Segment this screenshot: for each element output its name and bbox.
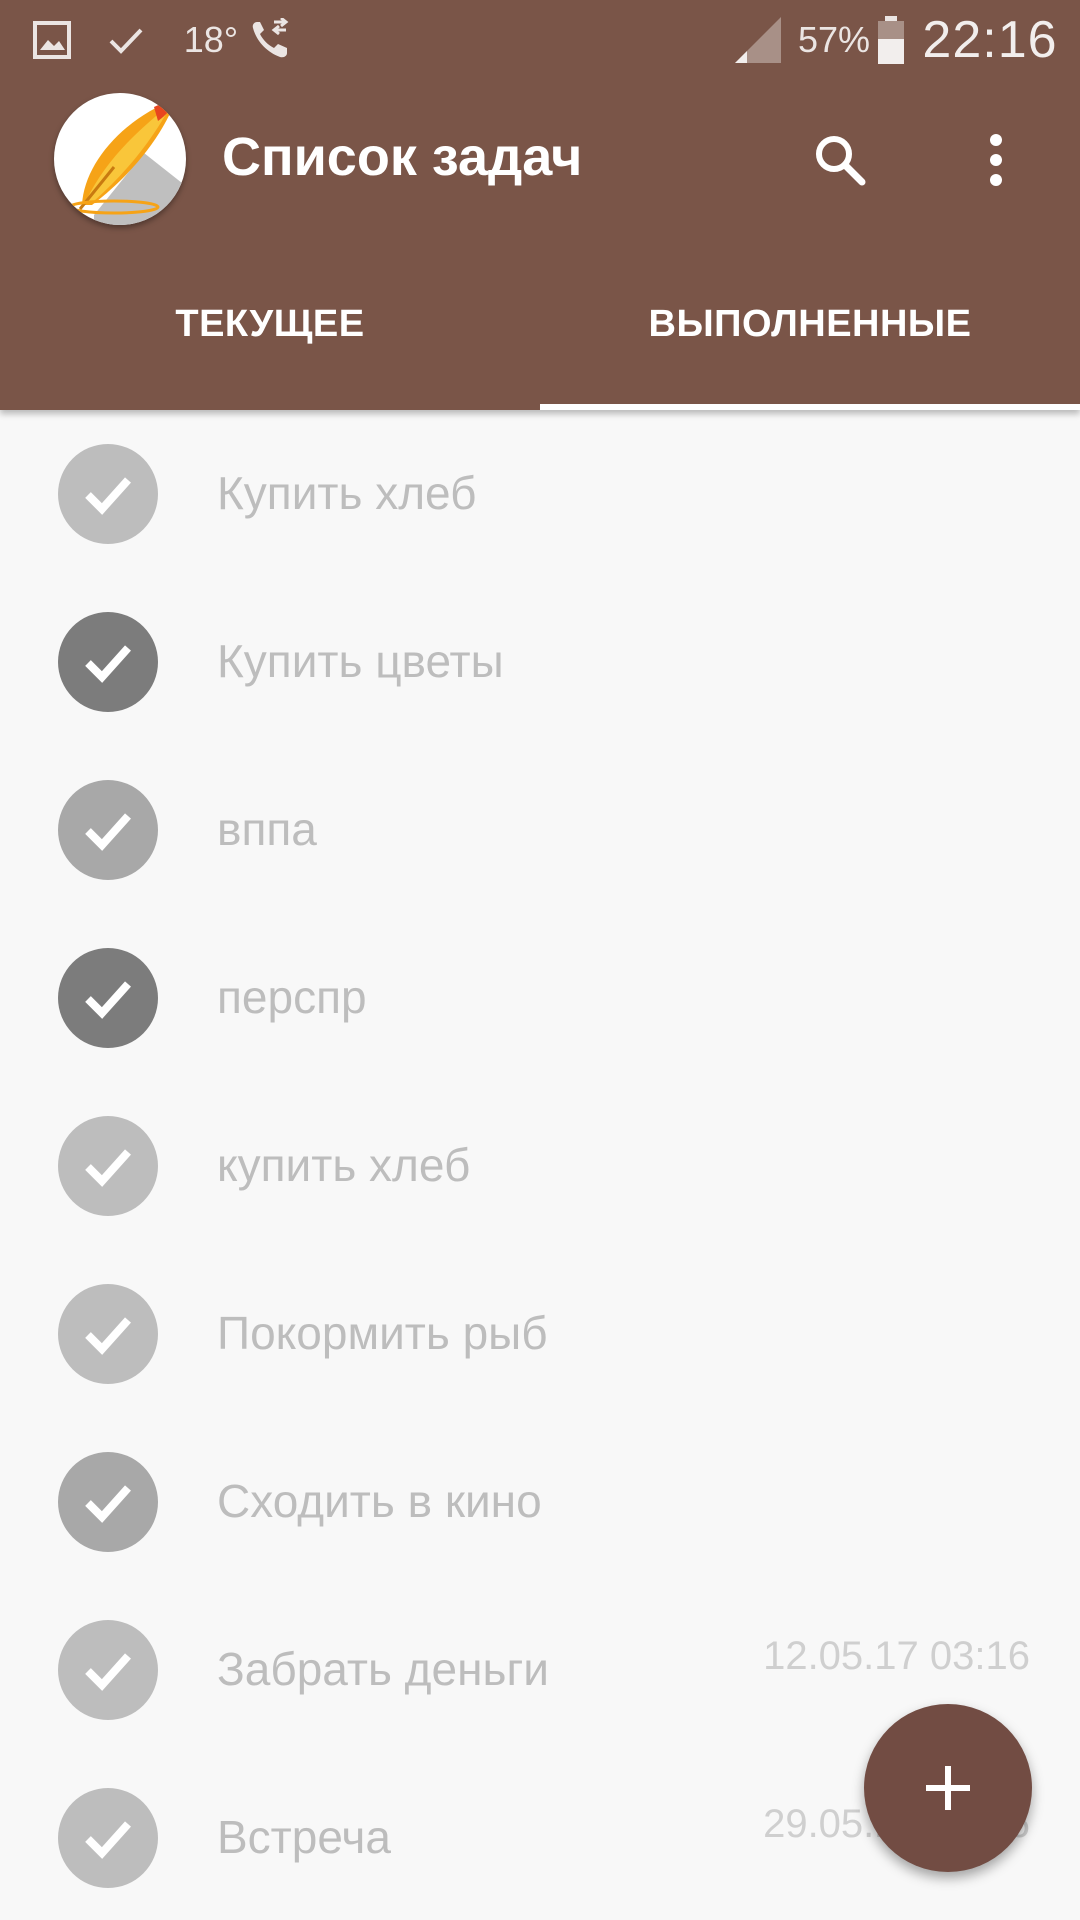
completed-checkbox[interactable] — [58, 1284, 158, 1384]
task-label: перспр — [217, 971, 367, 1023]
status-bar: 18° 57% 22:16 — [0, 0, 1080, 80]
list-item[interactable]: Купить цветы — [0, 578, 1080, 746]
app-screen: 18° 57% 22:16 Список задач ТЕКУЩЕЕ ВЫПОЛ… — [0, 0, 1080, 1920]
task-label: вппа — [217, 803, 317, 855]
task-label: Купить хлеб — [217, 467, 477, 519]
completed-checkbox[interactable] — [58, 948, 158, 1048]
search-icon — [816, 136, 866, 186]
completed-checkbox[interactable] — [58, 1620, 158, 1720]
app-bar: Список задач — [0, 80, 1080, 240]
task-date: 12.05.17 03:16 — [763, 1634, 1030, 1678]
list-item[interactable]: Покормить рыб — [0, 1250, 1080, 1418]
more-vert-icon — [990, 134, 1002, 186]
check-icon — [85, 1485, 131, 1523]
battery-percent: 57% — [797, 19, 871, 60]
completed-checkbox[interactable] — [58, 444, 158, 544]
task-label: Купить цветы — [217, 635, 504, 687]
header: 18° 57% 22:16 Список задач ТЕКУЩЕЕ ВЫПОЛ… — [0, 0, 1080, 410]
tab-current[interactable]: ТЕКУЩЕЕ — [0, 280, 540, 410]
list-item[interactable]: Сходить в кино — [0, 1418, 1080, 1586]
check-icon — [104, 14, 148, 66]
add-task-button[interactable] — [864, 1704, 1032, 1872]
task-label: купить хлеб — [217, 1139, 471, 1191]
check-icon — [85, 1317, 131, 1355]
task-label: Забрать деньги — [217, 1643, 549, 1695]
task-label: Встреча — [217, 1811, 391, 1863]
signal-icon — [732, 14, 784, 66]
call-forward-icon — [246, 14, 294, 66]
task-label: Покормить рыб — [217, 1307, 548, 1359]
list-item[interactable]: вппа — [0, 746, 1080, 914]
check-icon — [85, 1821, 131, 1859]
search-button[interactable] — [800, 120, 880, 200]
completed-checkbox[interactable] — [58, 780, 158, 880]
tab-completed[interactable]: ВЫПОЛНЕННЫЕ — [540, 280, 1080, 410]
check-icon — [85, 813, 131, 851]
check-icon — [85, 1653, 131, 1691]
tab-indicator — [540, 404, 1080, 410]
completed-checkbox[interactable] — [58, 1116, 158, 1216]
check-icon — [85, 645, 131, 683]
list-item[interactable]: купить хлеб — [0, 1082, 1080, 1250]
clock: 22:16 — [922, 11, 1058, 69]
page-title: Список задач — [222, 127, 583, 187]
task-label: Сходить в кино — [217, 1475, 542, 1527]
completed-checkbox[interactable] — [58, 612, 158, 712]
completed-checkbox[interactable] — [58, 1788, 158, 1888]
check-icon — [85, 1149, 131, 1187]
plus-icon — [926, 1766, 970, 1810]
tab-bar: ТЕКУЩЕЕ ВЫПОЛНЕННЫЕ — [0, 280, 1080, 410]
list-item[interactable]: Купить хлеб — [0, 410, 1080, 578]
check-icon — [85, 477, 131, 515]
gallery-icon — [30, 14, 74, 66]
completed-checkbox[interactable] — [58, 1452, 158, 1552]
quill-logo-icon — [54, 93, 186, 225]
task-list: Купить хлеб Купить цветы вппа перспр куп — [0, 410, 1080, 1920]
check-icon — [85, 981, 131, 1019]
temperature-text: 18° — [183, 19, 239, 60]
list-item[interactable]: перспр — [0, 914, 1080, 1082]
battery-icon — [874, 14, 908, 66]
more-options-button[interactable] — [956, 120, 1036, 200]
